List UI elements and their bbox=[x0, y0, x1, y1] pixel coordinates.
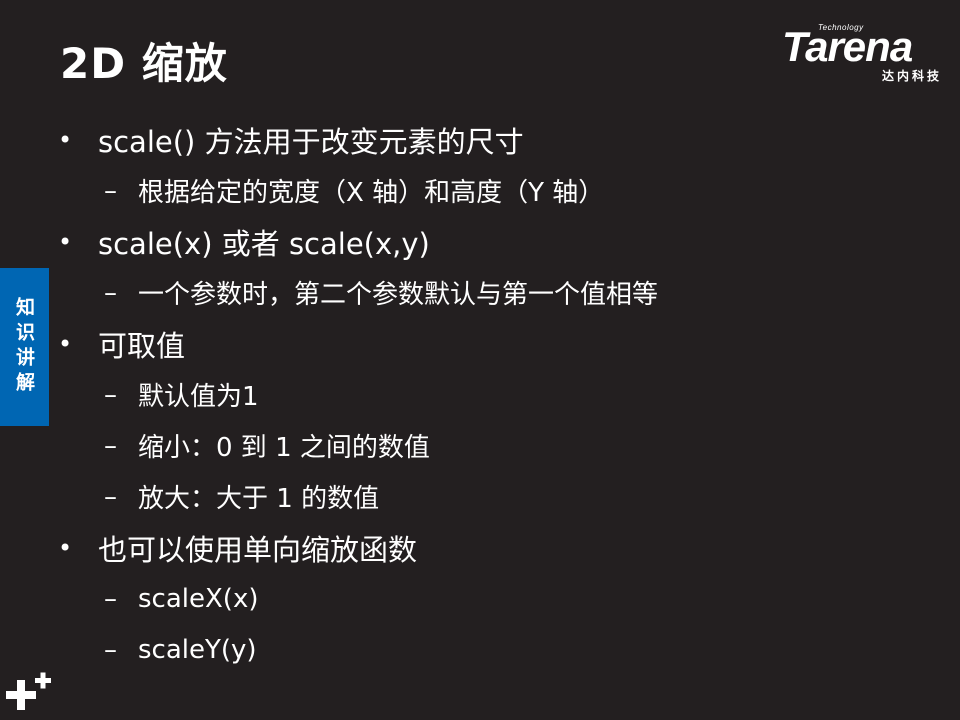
bullet-item: • scale(x) 或者 scale(x,y) bbox=[56, 216, 936, 267]
bullet-item: • 也可以使用单向缩放函数 bbox=[56, 522, 936, 573]
sub-bullet-text: scaleX(x) bbox=[138, 583, 259, 614]
dash-marker: – bbox=[104, 430, 117, 461]
sub-bullet-text: scaleY(y) bbox=[138, 634, 257, 665]
sub-bullet-text: 缩小：0 到 1 之间的数值 bbox=[138, 433, 430, 463]
sub-bullet-text: 一个参数时，第二个参数默认与第一个值相等 bbox=[138, 280, 659, 310]
dash-marker: – bbox=[104, 277, 117, 308]
sub-bullet-text: 默认值为1 bbox=[138, 382, 259, 412]
sub-bullet-item: – 根据给定的宽度（X 轴）和高度（Y 轴） bbox=[56, 165, 936, 216]
sub-bullet-item: – scaleX(x) bbox=[56, 573, 936, 624]
bullet-item: • 可取值 bbox=[56, 318, 936, 369]
logo-chinese-name: 达内科技 bbox=[881, 69, 942, 83]
bullet-marker: • bbox=[58, 125, 73, 154]
sub-bullet-item: – 放大：大于 1 的数值 bbox=[56, 471, 936, 522]
sub-bullet-item: – 缩小：0 到 1 之间的数值 bbox=[56, 420, 936, 471]
section-tab: 知识讲解 bbox=[0, 268, 49, 426]
section-tab-label: 知识讲解 bbox=[13, 297, 35, 397]
sub-bullet-item: – 一个参数时，第二个参数默认与第一个值相等 bbox=[56, 267, 936, 318]
dash-marker: – bbox=[104, 583, 117, 614]
tarena-logo: Technology Tarena 达内科技 bbox=[780, 22, 946, 84]
logo-wordmark: Tarena bbox=[782, 23, 913, 70]
plus-icon bbox=[6, 672, 51, 710]
sub-bullet-item: – 默认值为1 bbox=[56, 369, 936, 420]
bullet-marker: • bbox=[58, 227, 73, 256]
bullet-marker: • bbox=[58, 329, 73, 358]
dash-marker: – bbox=[104, 634, 117, 665]
bullet-list: • scale() 方法用于改变元素的尺寸 – 根据给定的宽度（X 轴）和高度（… bbox=[56, 114, 936, 675]
bullet-text: 也可以使用单向缩放函数 bbox=[98, 532, 418, 567]
dash-marker: – bbox=[104, 379, 117, 410]
bullet-marker: • bbox=[58, 533, 73, 562]
sub-bullet-text: 根据给定的宽度（X 轴）和高度（Y 轴） bbox=[138, 178, 605, 208]
bullet-text: scale() 方法用于改变元素的尺寸 bbox=[98, 124, 524, 159]
slide-title: 2D 缩放 bbox=[60, 39, 228, 88]
dash-marker: – bbox=[104, 481, 117, 512]
sub-bullet-text: 放大：大于 1 的数值 bbox=[138, 484, 380, 514]
sub-bullet-item: – scaleY(y) bbox=[56, 624, 936, 675]
bullet-item: • scale() 方法用于改变元素的尺寸 bbox=[56, 114, 936, 165]
dash-marker: – bbox=[104, 175, 117, 206]
bullet-text: 可取值 bbox=[98, 328, 186, 363]
bullet-text: scale(x) 或者 scale(x,y) bbox=[98, 226, 430, 261]
